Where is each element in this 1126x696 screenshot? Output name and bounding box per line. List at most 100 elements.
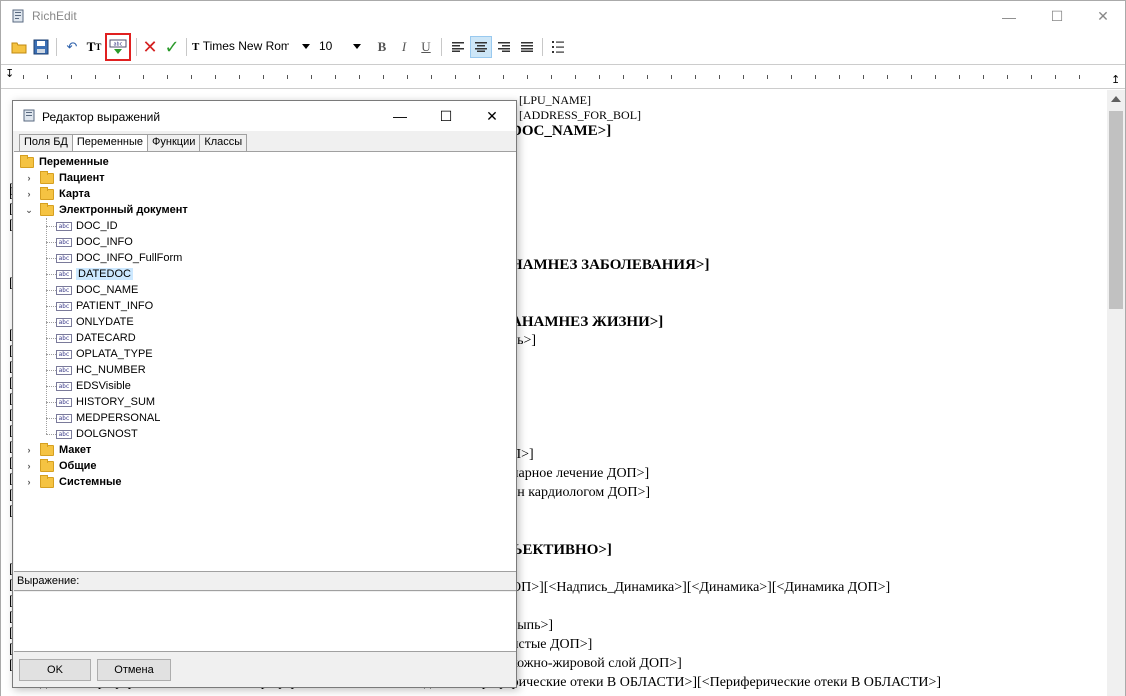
folder-icon [40,458,54,472]
cancel-x-icon[interactable]: ✕ [139,36,161,58]
ruler-tick [551,75,552,79]
numbered-list-icon[interactable] [547,36,569,58]
indent-marker-icon[interactable]: ↧ [5,67,14,80]
right-margin-marker-icon[interactable]: ↥ [1111,73,1120,86]
ruler-tick [47,75,48,79]
tree-item-variable[interactable]: abc DOLGNOST [56,426,138,442]
chevron-down-icon[interactable] [302,44,310,49]
ok-button[interactable]: OK [19,659,91,681]
ruler-tick [743,75,744,79]
tree-item-label: PATIENT_INFO [76,300,154,312]
tree-group[interactable]: › Пациент [24,170,105,186]
expression-input[interactable] [14,592,516,652]
toolbar-separator [136,38,137,56]
tab-variables[interactable]: Переменные [71,134,149,151]
tree-item-variable[interactable]: abc ONLYDATE [56,314,134,330]
underline-icon[interactable]: U [415,36,437,58]
tree-group[interactable]: › Общие [24,458,97,474]
tree-item-variable[interactable]: abc DOC_NAME [56,282,138,298]
align-right-icon[interactable] [493,36,515,58]
vertical-scrollbar[interactable] [1107,90,1125,696]
ruler-tick [359,75,360,79]
chevron-right-icon[interactable]: › [24,461,34,471]
undo-icon[interactable]: ↶ [61,36,83,58]
ruler-tick [1079,75,1080,79]
tree-item-variable[interactable]: abc DATECARD [56,330,136,346]
tree-root-variables[interactable]: Переменные [20,154,109,170]
insert-variable-icon[interactable]: abc [105,33,131,61]
scroll-up-icon[interactable] [1111,96,1121,102]
tree-item-label: ONLYDATE [76,316,134,328]
checkmark-icon[interactable]: ✓ [161,36,183,58]
tree-item-label: Карта [59,188,91,200]
align-left-icon[interactable] [447,36,469,58]
text-format-icon[interactable]: TT [83,36,105,58]
tree-item-variable[interactable]: abc PATIENT_INFO [56,298,153,314]
chevron-right-icon[interactable]: › [24,173,34,183]
maximize-icon[interactable]: ☐ [1034,1,1080,32]
tree-group[interactable]: › Системные [24,474,121,490]
tree-item-label: DOLGNOST [76,428,138,440]
tree-item-variable[interactable]: abc OPLATA_TYPE [56,346,153,362]
variables-tree[interactable]: Переменные › Пациент › Карта ⌄ Электронный док… [14,151,516,571]
align-center-icon[interactable] [470,36,492,58]
ruler-tick [623,75,624,79]
tree-group[interactable]: › Карта [24,186,90,202]
bold-icon[interactable]: B [371,36,393,58]
tree-item-variable[interactable]: abc DOC_ID [56,218,118,234]
ruler-tick [191,75,192,79]
font-size-select[interactable]: 10 [319,39,363,57]
open-icon[interactable] [8,36,30,58]
tree-item-label: DATECARD [76,332,136,344]
folder-icon [40,474,54,488]
expression-label: Выражение: [14,571,516,591]
scroll-thumb[interactable] [1109,111,1123,309]
chevron-right-icon[interactable]: › [24,445,34,455]
tree-item-variable[interactable]: abc EDSVisible [56,378,131,394]
italic-icon[interactable]: I [393,36,415,58]
tab-db-fields[interactable]: Поля БД [19,134,73,151]
ruler-tick [647,75,648,79]
tree-group[interactable]: ⌄ Электронный документ [24,202,188,218]
ruler-tick [839,75,840,79]
dialog-app-icon [23,109,35,122]
tree-item-label: Электронный документ [59,204,188,216]
tree-item-variable[interactable]: abc MEDPERSONAL [56,410,160,426]
dialog-maximize-icon[interactable]: ☐ [423,101,469,131]
tree-item-label: DOC_NAME [76,284,139,296]
close-icon[interactable]: ✕ [1080,1,1126,32]
tree-item-variable[interactable]: abc DOC_INFO [56,234,133,250]
tree-item-variable[interactable]: abc HC_NUMBER [56,362,146,378]
tree-group[interactable]: › Макет [24,442,91,458]
ruler-tick [215,75,216,79]
toolbar-separator [542,38,543,56]
chevron-down-icon[interactable]: ⌄ [24,205,34,215]
tree-connector [46,242,56,243]
dialog-minimize-icon[interactable]: — [377,101,423,131]
tab-classes[interactable]: Классы [199,134,248,151]
truetype-icon: T [192,41,200,53]
align-justify-icon[interactable] [516,36,538,58]
tree-item-label: DOC_INFO_FullForm [76,252,183,264]
font-name-select[interactable]: T Times New Roman [192,39,312,57]
tree-connector [46,418,56,419]
tree-item-variable[interactable]: abc HISTORY_SUM [56,394,155,410]
ruler-tick [767,75,768,79]
tree-item-variable[interactable]: abc DATEDOC [56,266,133,282]
tree-item-variable[interactable]: abc DOC_INFO_FullForm [56,250,182,266]
tab-functions[interactable]: Функции [147,134,201,151]
chevron-right-icon[interactable]: › [24,477,34,487]
cancel-button[interactable]: Отмена [97,659,171,681]
save-icon[interactable] [30,36,52,58]
dialog-close-icon[interactable]: ✕ [469,101,515,131]
ruler-tick [671,75,672,79]
chevron-right-icon[interactable]: › [24,189,34,199]
tree-item-label: Макет [59,444,92,456]
folder-icon [40,202,54,216]
expression-editor-dialog: Редактор выражений — ☐ ✕ Поля БД Перемен… [12,100,517,688]
chevron-down-icon[interactable] [353,44,361,49]
document-line: НАМНЕЗ ЗАБОЛЕВАНИЯ>] [511,257,710,273]
minimize-icon[interactable]: — [986,1,1032,32]
ruler[interactable]: ↧ ↥ [1,64,1125,89]
tree-item-label: Общие [59,460,97,472]
